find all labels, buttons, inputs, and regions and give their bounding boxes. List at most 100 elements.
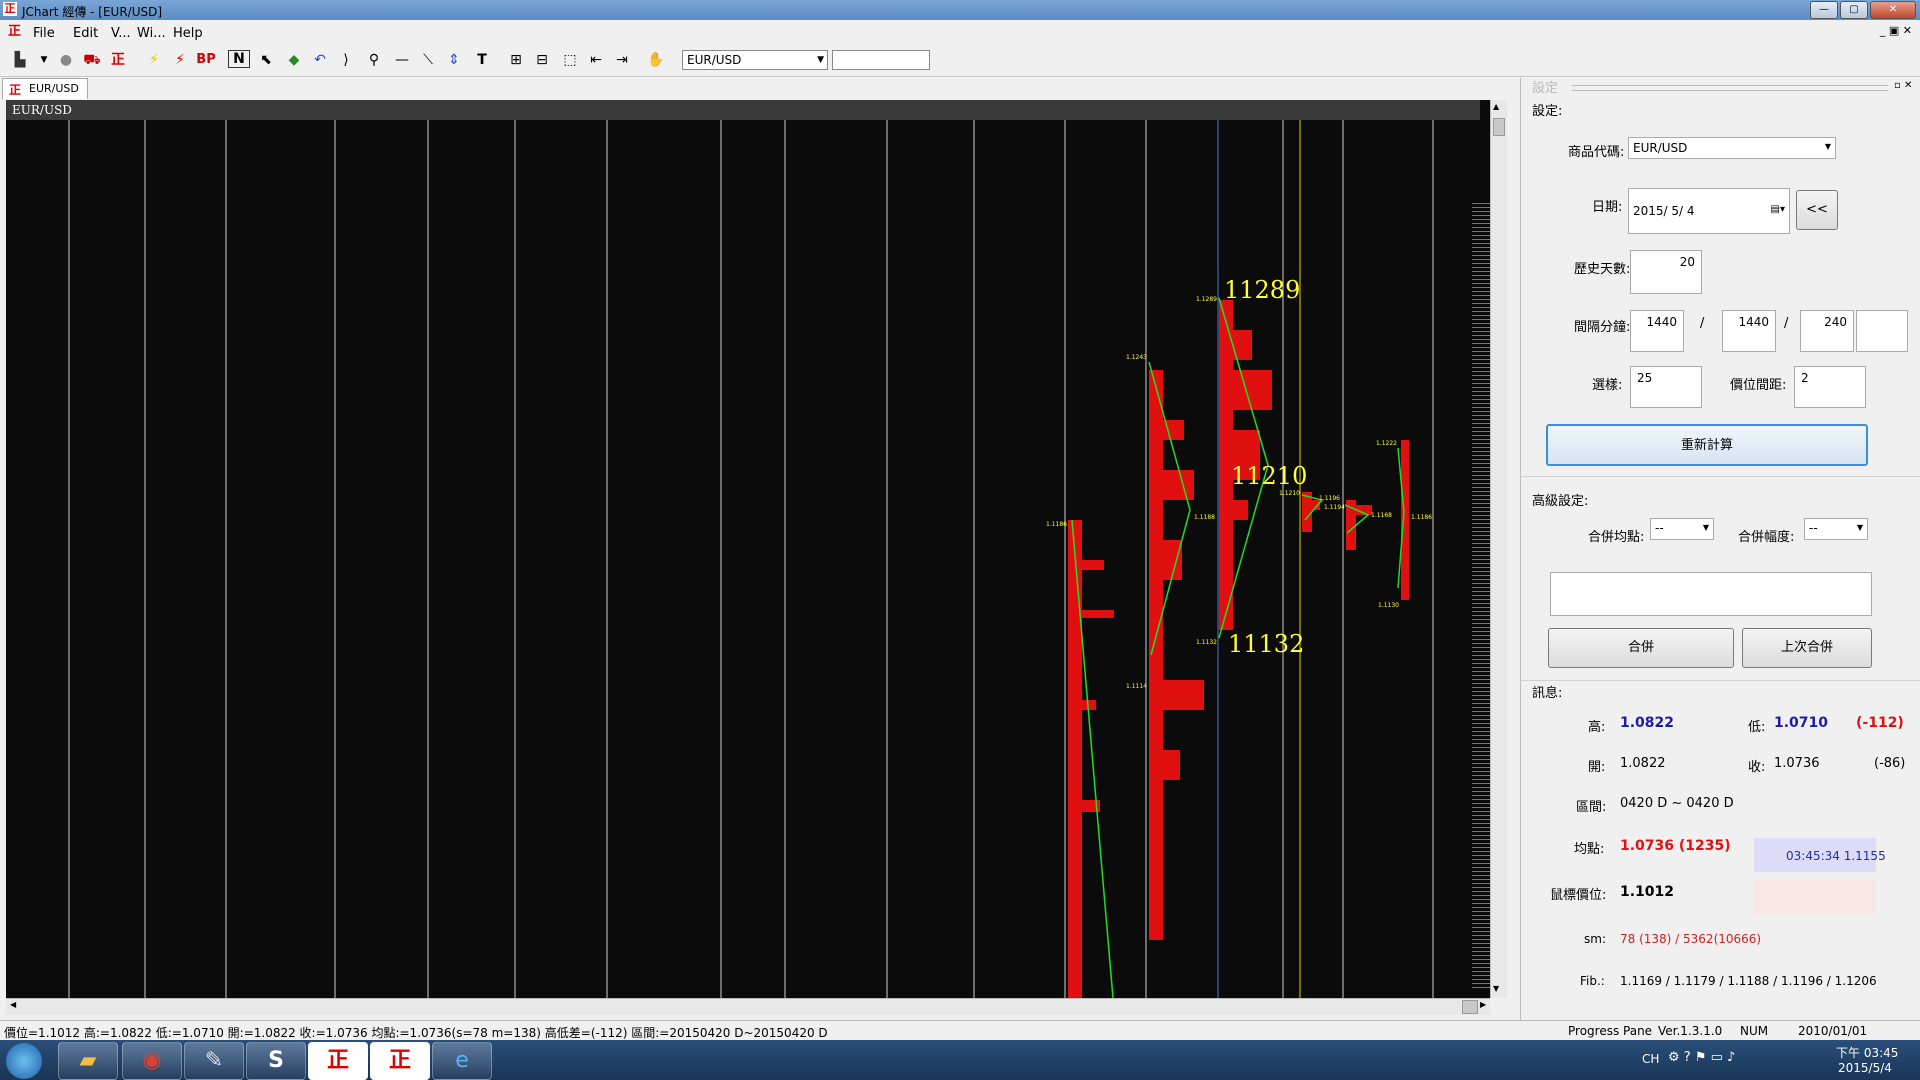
merge-text-box[interactable]	[1550, 572, 1872, 616]
tray-icons[interactable]: ⚙ ? ⚑ ▭ ♪	[1668, 1050, 1735, 1065]
chevron-down-icon: ▼	[1702, 523, 1709, 532]
folder-icon: ▰	[79, 1048, 97, 1073]
scroll-down-icon[interactable]: ▼	[1493, 984, 1499, 993]
history-days-input[interactable]: 20	[1630, 250, 1702, 294]
taskbar-notes[interactable]: ✎	[184, 1042, 244, 1080]
panel-controls[interactable]: ▫ ✕	[1894, 80, 1912, 91]
interval-input-3[interactable]: 240	[1800, 310, 1854, 352]
close-button[interactable]: ✕	[1870, 1, 1916, 19]
scroll-up-icon[interactable]: ▲	[1493, 102, 1499, 111]
taskbar-ie[interactable]: e	[432, 1042, 492, 1080]
scroll-left-icon[interactable]: ◀	[10, 1000, 16, 1009]
merge-range-label: 合併幅度:	[1738, 530, 1795, 545]
scroll-left-icon[interactable]: ⇤	[586, 50, 606, 70]
spacing-input[interactable]: 2	[1794, 366, 1866, 408]
annotation-high: 11289	[1224, 276, 1301, 304]
eraser-icon[interactable]: ◆	[284, 50, 304, 70]
bp-icon[interactable]: BP	[196, 50, 216, 70]
range-label: 區間:	[1576, 800, 1607, 815]
symbol-code-select[interactable]: EUR/USD ▼	[1628, 137, 1836, 159]
scroll-right-icon[interactable]: ▶	[1480, 1000, 1486, 1009]
chart-type-icon[interactable]: ▙	[10, 50, 30, 70]
hand-icon[interactable]: ✋	[646, 50, 666, 70]
range-value: 0420 D ~ 0420 D	[1620, 796, 1734, 811]
price-label: 1.1243	[1126, 354, 1147, 361]
tray-language[interactable]: CH	[1642, 1052, 1659, 1066]
tray-time[interactable]: 下午 03:45	[1836, 1044, 1898, 1061]
zoom-icon[interactable]: ⚲	[364, 50, 384, 70]
status-bar: 價位=1.1012 高:=1.0822 低:=1.0710 開:=1.0822 …	[0, 1020, 1920, 1052]
mouse-price-label: 鼠標價位:	[1550, 888, 1607, 903]
document-tab[interactable]: 正 EUR/USD	[2, 78, 88, 99]
hscroll-thumb[interactable]	[1462, 1000, 1478, 1014]
undo-icon[interactable]: ↶	[310, 50, 330, 70]
avg-label: 均點:	[1574, 842, 1605, 857]
chart-area[interactable]: EUR/USD 11289 11210 11132 1.1289 1.1243 …	[6, 100, 1506, 998]
taskbar-chrome[interactable]: ◉	[122, 1042, 182, 1080]
interval-input-2[interactable]: 1440	[1722, 310, 1776, 352]
taskbar-jchart-1[interactable]: 正	[308, 1042, 368, 1080]
zoom-out-icon[interactable]: ⊟	[532, 50, 552, 70]
merge-avg-select[interactable]: -- ▼	[1650, 518, 1714, 540]
ie-icon: e	[455, 1048, 469, 1073]
text-tool-icon[interactable]: T	[472, 50, 492, 70]
interval-input-4[interactable]	[1856, 310, 1908, 352]
fib-label: Fib.:	[1580, 974, 1605, 988]
menu-view[interactable]: V...	[111, 26, 131, 41]
vertical-scrollbar[interactable]: ▲ ▼	[1490, 100, 1507, 998]
annotation-mid: 11210	[1231, 462, 1308, 490]
hline-icon[interactable]: —	[392, 50, 412, 70]
merge-button[interactable]: 合併	[1548, 628, 1734, 668]
back-button[interactable]: <<	[1796, 190, 1838, 230]
merge-range-select[interactable]: -- ▼	[1804, 518, 1868, 540]
interval-input-1[interactable]: 1440	[1630, 310, 1684, 352]
merge-avg-label: 合併均點:	[1588, 530, 1645, 545]
n-icon[interactable]: N	[228, 50, 250, 68]
trendline-icon[interactable]: ⟍	[418, 50, 438, 70]
zoom-in-icon[interactable]: ⊞	[506, 50, 526, 70]
scroll-thumb[interactable]	[1493, 118, 1505, 136]
price-label: 1.1114	[1126, 683, 1147, 690]
menu-file[interactable]: File	[33, 26, 55, 41]
lightning-red-icon[interactable]: ⚡	[170, 50, 190, 70]
status-left: 價位=1.1012 高:=1.0822 低:=1.0710 開:=1.0822 …	[4, 1026, 828, 1040]
taskbar-jchart-2[interactable]: 正	[370, 1042, 430, 1080]
next-icon[interactable]: ⟩	[336, 50, 356, 70]
scroll-right-icon[interactable]: ⇥	[612, 50, 632, 70]
mdi-controls[interactable]: _ ▣ ✕	[1880, 24, 1912, 37]
dropdown-arrow-icon[interactable]: ▼	[34, 50, 54, 70]
symbol-select[interactable]: EUR/USD ▼	[682, 50, 828, 70]
arrows-icon[interactable]: ⇕	[444, 50, 464, 70]
menu-logo-icon: 正	[8, 24, 22, 39]
menu-edit[interactable]: Edit	[73, 26, 98, 41]
history-label: 歷史天數:	[1574, 262, 1631, 277]
date-picker[interactable]: 2015/ 5/ 4 ▤▾	[1628, 188, 1790, 234]
menu-help[interactable]: Help	[173, 26, 203, 41]
interval-label: 間隔分鐘:	[1574, 320, 1631, 335]
title-bar: 正 JChart 經傳 - [EUR/USD] — ▢ ✕	[0, 0, 1920, 20]
car-icon[interactable]: ⛟	[82, 50, 102, 70]
taskbar-skype[interactable]: S	[246, 1042, 306, 1080]
price-label: 1.1196	[1319, 495, 1340, 502]
recalculate-button[interactable]: 重新計算	[1546, 424, 1868, 466]
tray-date[interactable]: 2015/5/4	[1838, 1061, 1892, 1075]
search-input[interactable]	[832, 50, 930, 70]
menu-window[interactable]: Wi...	[137, 26, 166, 41]
tab-logo-icon: 正	[9, 83, 22, 97]
cursor-icon[interactable]: ⬉	[256, 50, 276, 70]
start-button[interactable]	[6, 1043, 42, 1079]
horizontal-scrollbar[interactable]: ◀ ▶	[6, 998, 1490, 1015]
notepad-icon: ✎	[204, 1048, 224, 1073]
select-area-icon[interactable]: ⬚	[560, 50, 580, 70]
calendar-icon[interactable]: ▤▾	[1771, 204, 1785, 215]
maximize-button[interactable]: ▢	[1840, 1, 1868, 19]
lines-input[interactable]: 25	[1630, 366, 1702, 408]
minimize-button[interactable]: —	[1810, 1, 1838, 19]
zheng-icon[interactable]: 正	[108, 50, 128, 70]
record-icon[interactable]: ●	[56, 50, 76, 70]
taskbar-explorer[interactable]: ▰	[58, 1042, 118, 1080]
last-merge-button[interactable]: 上次合併	[1742, 628, 1872, 668]
lightning-yellow-icon[interactable]: ⚡	[144, 50, 164, 70]
chart-canvas	[68, 120, 1434, 998]
panel-divider	[1520, 476, 1920, 477]
